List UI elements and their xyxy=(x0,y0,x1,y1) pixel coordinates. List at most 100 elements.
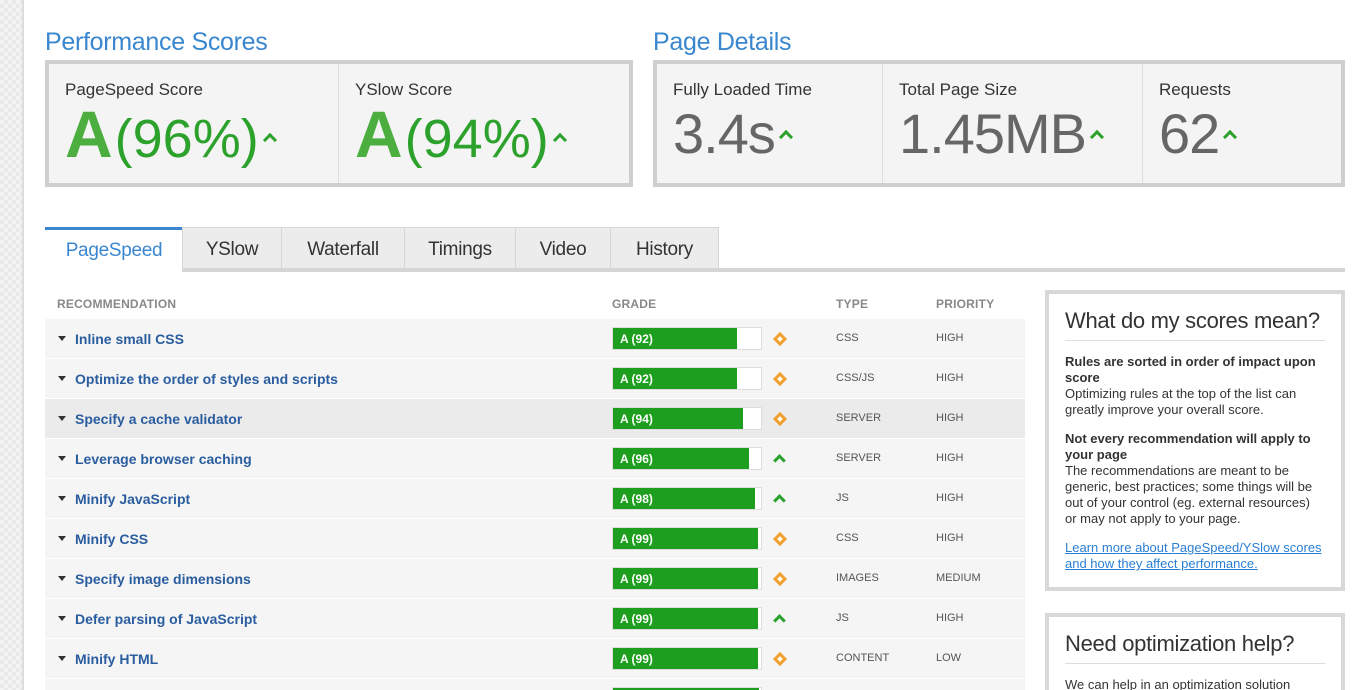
recommendation-priority: HIGH xyxy=(936,412,964,424)
table-row[interactable]: Defer parsing of JavaScript A (99) JS HI… xyxy=(45,599,1025,639)
tab-timings[interactable]: Timings xyxy=(404,227,516,272)
column-header-grade[interactable]: GRADE xyxy=(612,297,656,311)
recommendation-name[interactable]: Minify CSS xyxy=(75,531,148,547)
table-row[interactable]: Minify JavaScript A (98) JS HIGH xyxy=(45,479,1025,519)
yslow-grade-percent: (94%) xyxy=(404,109,549,169)
requests-trend-up-icon xyxy=(1223,129,1238,145)
requests-value: 62 xyxy=(1159,102,1220,165)
recommendation-name[interactable]: Leverage browser caching xyxy=(75,451,252,467)
trend-up-icon xyxy=(773,614,786,627)
table-row[interactable]: Specify image dimensions A (99) IMAGES M… xyxy=(45,559,1025,599)
table-row[interactable]: Minify CSS A (99) CSS HIGH xyxy=(45,519,1025,559)
recommendation-priority: MEDIUM xyxy=(936,572,981,584)
scores-info-heading-2: Not every recommendation will apply to y… xyxy=(1065,431,1311,462)
grade-bar: A (92) xyxy=(612,367,762,390)
table-row[interactable]: Leverage browser caching A (96) SERVER H… xyxy=(45,439,1025,479)
fully-loaded-time-label: Fully Loaded Time xyxy=(673,80,812,99)
recommendation-priority: HIGH xyxy=(936,332,964,344)
optimization-help-title: Need optimization help? xyxy=(1065,631,1325,664)
expand-caret-icon[interactable] xyxy=(58,376,66,381)
grade-bar-fill: A (92) xyxy=(613,368,737,389)
total-page-size-label: Total Page Size xyxy=(899,80,1018,99)
grade-bar: A (99) xyxy=(612,567,762,590)
recommendation-priority: HIGH xyxy=(936,492,964,504)
expand-caret-icon[interactable] xyxy=(58,456,66,461)
fully-loaded-time-value: 3.4s xyxy=(673,102,776,165)
grade-bar-fill: A (94) xyxy=(613,408,743,429)
warning-diamond-icon xyxy=(772,531,788,547)
recommendation-type: IMAGES xyxy=(836,572,879,584)
scores-info-paragraph-2: Not every recommendation will apply to y… xyxy=(1065,431,1325,527)
recommendation-priority: HIGH xyxy=(936,612,964,624)
recommendation-name[interactable]: Optimize the order of styles and scripts xyxy=(75,371,338,387)
warning-diamond-icon xyxy=(772,651,788,667)
table-row-partial xyxy=(45,679,1025,690)
recommendation-type: CSS/JS xyxy=(836,372,875,384)
grade-bar: A (96) xyxy=(612,447,762,470)
requests-label: Requests xyxy=(1159,80,1231,99)
grade-bar-fill: A (92) xyxy=(613,328,737,349)
column-header-priority[interactable]: PRIORITY xyxy=(936,297,994,311)
expand-caret-icon[interactable] xyxy=(58,616,66,621)
recommendation-type: SERVER xyxy=(836,452,882,464)
recommendation-name[interactable]: Specify a cache validator xyxy=(75,411,242,427)
expand-caret-icon[interactable] xyxy=(58,416,66,421)
table-row[interactable]: Specify a cache validator A (94) SERVER … xyxy=(45,399,1025,439)
left-gutter-pattern xyxy=(0,0,22,690)
grade-bar: A (99) xyxy=(612,647,762,670)
warning-diamond-icon xyxy=(772,371,788,387)
yslow-score-cell: YSlow Score A (94%) xyxy=(339,64,629,183)
requests-cell: Requests 62 xyxy=(1143,64,1341,183)
recommendation-type: SERVER xyxy=(836,412,882,424)
grade-bar-fill: A (99) xyxy=(613,648,758,669)
recommendation-name[interactable]: Minify HTML xyxy=(75,651,158,667)
left-gutter-divider xyxy=(22,0,24,690)
expand-caret-icon[interactable] xyxy=(58,336,66,341)
fully-loaded-time-cell: Fully Loaded Time 3.4s xyxy=(657,64,883,183)
warning-diamond-icon xyxy=(772,331,788,347)
total-page-size-value: 1.45MB xyxy=(899,102,1087,165)
recommendation-type: JS xyxy=(836,612,849,624)
tab-waterfall[interactable]: Waterfall xyxy=(281,227,405,272)
tab-video[interactable]: Video xyxy=(515,227,611,272)
tab-history[interactable]: History xyxy=(610,227,719,272)
table-row[interactable]: Inline small CSS A (92) CSS HIGH xyxy=(45,319,1025,359)
trend-up-icon xyxy=(773,494,786,507)
expand-caret-icon[interactable] xyxy=(58,576,66,581)
pagespeed-trend-up-icon xyxy=(262,132,277,147)
grade-bar: A (98) xyxy=(612,487,762,510)
scores-info-panel: What do my scores mean? Rules are sorted… xyxy=(1045,290,1345,591)
recommendation-priority: LOW xyxy=(936,652,962,664)
expand-caret-icon[interactable] xyxy=(58,536,66,541)
expand-caret-icon[interactable] xyxy=(58,656,66,661)
tab-yslow[interactable]: YSlow xyxy=(182,227,282,272)
scores-info-text-1: Optimizing rules at the top of the list … xyxy=(1065,386,1297,417)
recommendation-type: CSS xyxy=(836,332,859,344)
recommendation-name[interactable]: Inline small CSS xyxy=(75,331,184,347)
grade-bar-fill: A (96) xyxy=(613,448,749,469)
table-row[interactable]: Minify HTML A (99) CONTENT LOW xyxy=(45,639,1025,679)
table-row[interactable]: Optimize the order of styles and scripts… xyxy=(45,359,1025,399)
recommendation-type: CSS xyxy=(836,532,859,544)
recommendation-name[interactable]: Minify JavaScript xyxy=(75,491,190,507)
page-details-title: Page Details xyxy=(653,28,792,56)
tab-pagespeed[interactable]: PageSpeed xyxy=(45,227,183,272)
recommendations-table: Inline small CSS A (92) CSS HIGH Optimiz… xyxy=(45,319,1025,690)
grade-bar: A (99) xyxy=(612,607,762,630)
expand-caret-icon[interactable] xyxy=(58,496,66,501)
trend-up-icon xyxy=(773,454,786,467)
page-details-panel: Fully Loaded Time 3.4s Total Page Size 1… xyxy=(653,60,1345,187)
recommendation-priority: HIGH xyxy=(936,532,964,544)
pagespeed-grade-letter: A xyxy=(65,97,113,171)
warning-diamond-icon xyxy=(772,571,788,587)
recommendation-name[interactable]: Specify image dimensions xyxy=(75,571,251,587)
recommendation-name[interactable]: Defer parsing of JavaScript xyxy=(75,611,257,627)
column-header-recommendation[interactable]: RECOMMENDATION xyxy=(57,297,176,311)
total-page-size-cell: Total Page Size 1.45MB xyxy=(883,64,1143,183)
learn-more-link[interactable]: Learn more about PageSpeed/YSlow scores … xyxy=(1065,540,1325,572)
scores-info-heading-1: Rules are sorted in order of impact upon… xyxy=(1065,354,1316,385)
column-header-type[interactable]: TYPE xyxy=(836,297,868,311)
pagespeed-grade-percent: (96%) xyxy=(114,109,259,169)
page-size-trend-up-icon xyxy=(1089,129,1105,145)
grade-bar-fill: A (99) xyxy=(613,528,758,549)
